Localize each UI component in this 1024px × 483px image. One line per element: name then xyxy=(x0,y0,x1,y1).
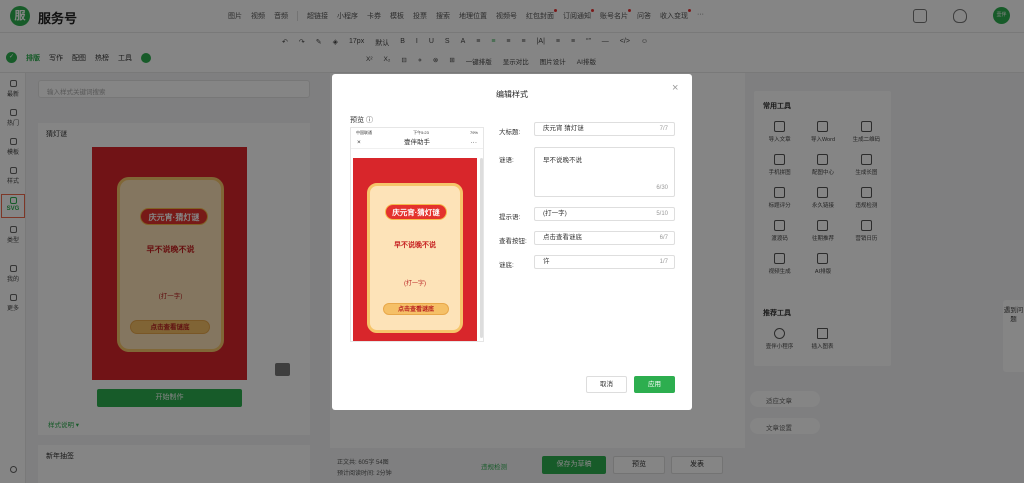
riddle-field[interactable]: 早不说晚不说 6/30 xyxy=(534,147,675,197)
char-count: 6/30 xyxy=(656,185,668,191)
edit-style-dialog: 编辑样式 × 预览 ⓘ 中国联通 下午5:23 79% × 壹伴助手 ··· 庆… xyxy=(332,74,692,410)
dialog-title: 编辑样式 xyxy=(496,90,528,99)
hint-field[interactable]: (打一字) 5/10 xyxy=(534,207,675,221)
cancel-button[interactable]: 取消 xyxy=(586,376,627,393)
hint-label: 提示语: xyxy=(499,214,521,221)
apply-button[interactable]: 应用 xyxy=(634,376,675,393)
close-icon[interactable]: × xyxy=(672,82,678,94)
char-count: 7/7 xyxy=(659,126,668,132)
preview-label: 预览 ⓘ xyxy=(350,117,373,124)
answer-label: 谜底: xyxy=(499,262,514,269)
poster-button: 点击查看谜底 xyxy=(383,303,449,315)
button-text-field[interactable]: 点击查看谜底 6/7 xyxy=(534,231,675,245)
poster-riddle: 早不说晚不说 xyxy=(394,242,436,249)
riddle-label: 谜语: xyxy=(499,157,514,164)
scrollbar[interactable] xyxy=(480,158,483,338)
char-count: 1/7 xyxy=(659,259,668,265)
title-label: 大标题: xyxy=(499,129,521,136)
poster-frame: 庆元宵·猜灯谜 早不说晚不说 (打一字) 点击查看谜底 xyxy=(367,183,463,333)
poster-preview: 庆元宵·猜灯谜 早不说晚不说 (打一字) 点击查看谜底 xyxy=(353,158,477,341)
phone-header: × 壹伴助手 ··· xyxy=(351,137,483,149)
phone-status-bar: 中国联通 下午5:23 79% xyxy=(356,130,478,135)
button-label: 查看按钮: xyxy=(499,238,527,245)
title-field[interactable]: 庆元宵 猜灯谜 7/7 xyxy=(534,122,675,136)
char-count: 6/7 xyxy=(659,235,668,241)
answer-field[interactable]: 许 1/7 xyxy=(534,255,675,269)
close-icon: × xyxy=(357,139,361,146)
char-count: 5/10 xyxy=(656,211,668,217)
poster-title: 庆元宵·猜灯谜 xyxy=(385,204,447,220)
poster-hint: (打一字) xyxy=(404,281,426,287)
phone-preview: 中国联通 下午5:23 79% × 壹伴助手 ··· 庆元宵·猜灯谜 早不说晚不… xyxy=(350,127,484,342)
more-icon: ··· xyxy=(470,139,478,146)
